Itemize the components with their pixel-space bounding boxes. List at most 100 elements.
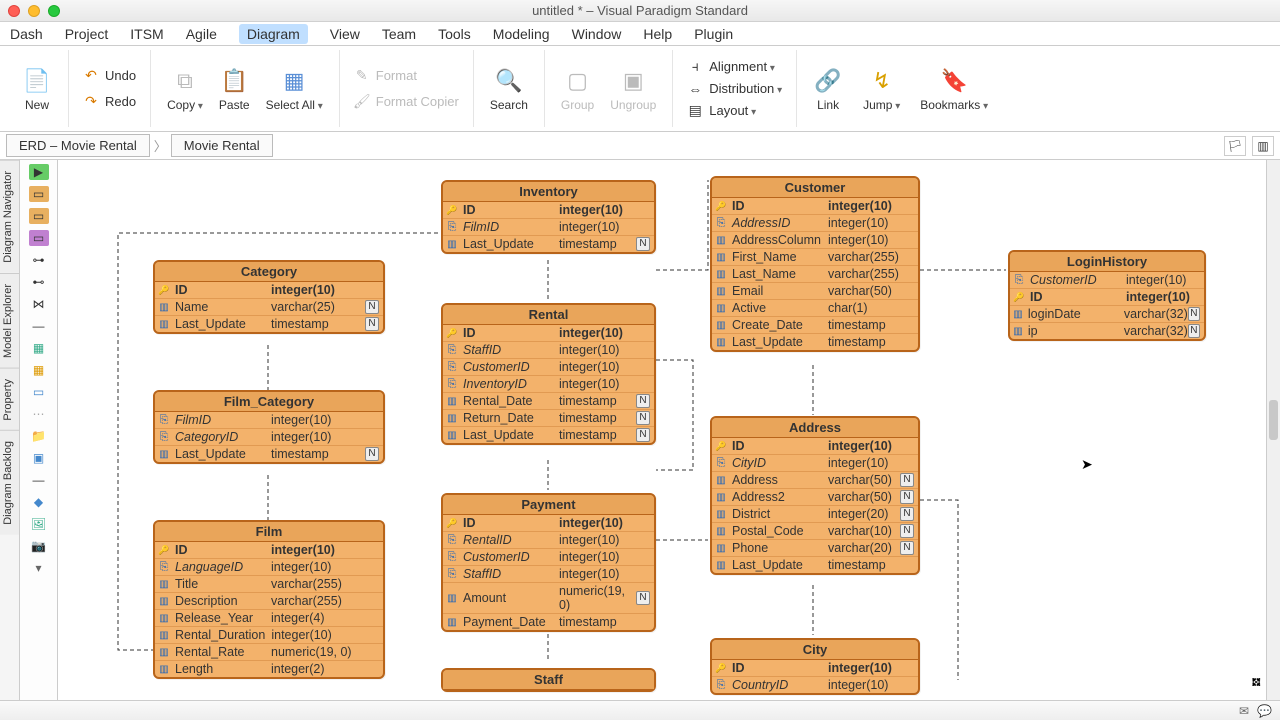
vtab-property[interactable]: Property xyxy=(0,368,19,431)
entity-row[interactable]: FilmIDinteger(10) xyxy=(155,412,383,428)
alignment-button[interactable]: ⫞Alignment xyxy=(683,57,779,77)
tool-more-icon[interactable]: ▾ xyxy=(29,560,49,576)
entity-row[interactable]: Activechar(1) xyxy=(712,299,918,316)
menu-window[interactable]: Window xyxy=(572,26,622,42)
tool-rel1-icon[interactable]: ⊶ xyxy=(29,252,49,268)
entity-row[interactable]: Last_Namevarchar(255) xyxy=(712,265,918,282)
entity-row[interactable]: Return_DatetimestampN xyxy=(443,409,654,426)
select-all-button[interactable]: ▦Select All xyxy=(260,62,329,116)
tool-cursor-icon[interactable]: ▶ xyxy=(29,164,49,180)
entity-row[interactable]: IDinteger(10) xyxy=(712,198,918,214)
entity-row[interactable]: Amountnumeric(19, 0)N xyxy=(443,582,654,613)
entity-row[interactable]: Address2varchar(50)N xyxy=(712,488,918,505)
entity-row[interactable]: AddressIDinteger(10) xyxy=(712,214,918,231)
entity-row[interactable]: CustomerIDinteger(10) xyxy=(443,358,654,375)
entity-row[interactable]: loginDatevarchar(32)N xyxy=(1010,305,1204,322)
entity-customer[interactable]: Customer IDinteger(10)AddressIDinteger(1… xyxy=(710,176,920,352)
entity-row[interactable]: Last_UpdatetimestampN xyxy=(443,235,654,252)
tool-camera-icon[interactable]: 📷 xyxy=(29,538,49,554)
entity-row[interactable]: Rental_Durationinteger(10) xyxy=(155,626,383,643)
vtab-model-explorer[interactable]: Model Explorer xyxy=(0,273,19,368)
entity-login-history[interactable]: LoginHistory CustomerIDinteger(10)IDinte… xyxy=(1008,250,1206,341)
menu-view[interactable]: View xyxy=(330,26,360,42)
entity-row[interactable]: FilmIDinteger(10) xyxy=(443,218,654,235)
entity-row[interactable]: CityIDinteger(10) xyxy=(712,454,918,471)
crumb-root[interactable]: ERD – Movie Rental xyxy=(6,134,150,157)
entity-address[interactable]: Address IDinteger(10)CityIDinteger(10)Ad… xyxy=(710,416,920,575)
tool-line-icon[interactable]: — xyxy=(29,472,49,488)
entity-row[interactable]: IDinteger(10) xyxy=(712,660,918,676)
entity-row[interactable]: CustomerIDinteger(10) xyxy=(1010,272,1204,288)
entity-row[interactable]: Last_UpdatetimestampN xyxy=(443,426,654,443)
entity-row[interactable]: Rental_Ratenumeric(19, 0) xyxy=(155,643,383,660)
entity-row[interactable]: Last_UpdatetimestampN xyxy=(155,315,383,332)
tool-grid-icon[interactable]: ▦ xyxy=(29,362,49,378)
entity-row[interactable]: Districtinteger(20)N xyxy=(712,505,918,522)
tool-entity2-icon[interactable]: ▭ xyxy=(29,208,49,224)
tool-image-icon[interactable]: 🖼 xyxy=(29,516,49,532)
entity-film-category[interactable]: Film_Category FilmIDinteger(10)CategoryI… xyxy=(153,390,385,464)
entity-row[interactable]: InventoryIDinteger(10) xyxy=(443,375,654,392)
scrollbar-thumb[interactable] xyxy=(1269,400,1278,440)
entity-city[interactable]: City IDinteger(10)CountryIDinteger(10) xyxy=(710,638,920,695)
entity-row[interactable]: IDinteger(10) xyxy=(443,325,654,341)
tool-view-icon[interactable]: ▭ xyxy=(29,230,49,246)
entity-row[interactable]: Titlevarchar(255) xyxy=(155,575,383,592)
tool-entity-icon[interactable]: ▭ xyxy=(29,186,49,202)
entity-payment[interactable]: Payment IDinteger(10)RentalIDinteger(10)… xyxy=(441,493,656,632)
entity-row[interactable]: CategoryIDinteger(10) xyxy=(155,428,383,445)
entity-row[interactable]: CustomerIDinteger(10) xyxy=(443,548,654,565)
mail-icon[interactable]: ✉ xyxy=(1239,704,1249,718)
entity-row[interactable]: Create_Datetimestamp xyxy=(712,316,918,333)
entity-category[interactable]: Category IDinteger(10)Namevarchar(25)NLa… xyxy=(153,260,385,334)
link-button[interactable]: 🔗Link xyxy=(807,62,849,116)
menu-project[interactable]: Project xyxy=(65,26,109,42)
layout-button[interactable]: ▤Layout xyxy=(683,101,760,121)
entity-row[interactable]: Descriptionvarchar(255) xyxy=(155,592,383,609)
jump-button[interactable]: ↯Jump xyxy=(857,62,906,116)
tool-rel2-icon[interactable]: ⊷ xyxy=(29,274,49,290)
entity-row[interactable]: IDinteger(10) xyxy=(155,542,383,558)
entity-film[interactable]: Film IDinteger(10)LanguageIDinteger(10)T… xyxy=(153,520,385,679)
tool-folder-icon[interactable]: 📁 xyxy=(29,428,49,444)
format-copier-button[interactable]: 🖌Format Copier xyxy=(350,92,463,112)
paste-button[interactable]: 📋Paste xyxy=(213,62,256,116)
entity-row[interactable]: Last_UpdatetimestampN xyxy=(155,445,383,462)
chat-icon[interactable]: 💬 xyxy=(1257,704,1272,718)
entity-row[interactable]: IDinteger(10) xyxy=(712,438,918,454)
format-button[interactable]: ✎Format xyxy=(350,66,421,86)
entity-row[interactable]: Addressvarchar(50)N xyxy=(712,471,918,488)
crumb-current[interactable]: Movie Rental xyxy=(171,134,273,157)
entity-row[interactable]: CountryIDinteger(10) xyxy=(712,676,918,693)
vtab-diagram-navigator[interactable]: Diagram Navigator xyxy=(0,160,19,273)
entity-row[interactable]: IDinteger(10) xyxy=(443,515,654,531)
menu-tools[interactable]: Tools xyxy=(438,26,471,42)
menu-plugin[interactable]: Plugin xyxy=(694,26,733,42)
quick-tool-1[interactable]: 🏳 xyxy=(1224,136,1246,156)
entity-row[interactable]: Lengthinteger(2) xyxy=(155,660,383,677)
entity-inventory[interactable]: Inventory IDinteger(10)FilmIDinteger(10)… xyxy=(441,180,656,254)
menu-diagram[interactable]: Diagram xyxy=(239,24,308,44)
copy-button[interactable]: ⧉Copy xyxy=(161,62,209,116)
entity-row[interactable]: RentalIDinteger(10) xyxy=(443,531,654,548)
entity-row[interactable]: Namevarchar(25)N xyxy=(155,298,383,315)
redo-button[interactable]: ↷Redo xyxy=(79,92,140,112)
search-button[interactable]: 🔍Search xyxy=(484,62,534,116)
tool-window-icon[interactable]: ▣ xyxy=(29,450,49,466)
ungroup-button[interactable]: ▣Ungroup xyxy=(604,62,662,116)
tool-rel4-icon[interactable]: — xyxy=(29,318,49,334)
undo-button[interactable]: ↶Undo xyxy=(79,66,140,86)
menu-agile[interactable]: Agile xyxy=(186,26,217,42)
quick-tool-2[interactable]: ▥ xyxy=(1252,136,1274,156)
menu-itsm[interactable]: ITSM xyxy=(130,26,163,42)
entity-row[interactable]: AddressColumninteger(10) xyxy=(712,231,918,248)
entity-row[interactable]: LanguageIDinteger(10) xyxy=(155,558,383,575)
entity-row[interactable]: First_Namevarchar(255) xyxy=(712,248,918,265)
entity-row[interactable]: StaffIDinteger(10) xyxy=(443,565,654,582)
entity-row[interactable]: IDinteger(10) xyxy=(1010,288,1204,305)
new-button[interactable]: 📄 New xyxy=(16,62,58,116)
vtab-diagram-backlog[interactable]: Diagram Backlog xyxy=(0,430,19,535)
tool-table-icon[interactable]: ▦ xyxy=(29,340,49,356)
tool-note-icon[interactable]: ▭ xyxy=(29,384,49,400)
menu-team[interactable]: Team xyxy=(382,26,416,42)
